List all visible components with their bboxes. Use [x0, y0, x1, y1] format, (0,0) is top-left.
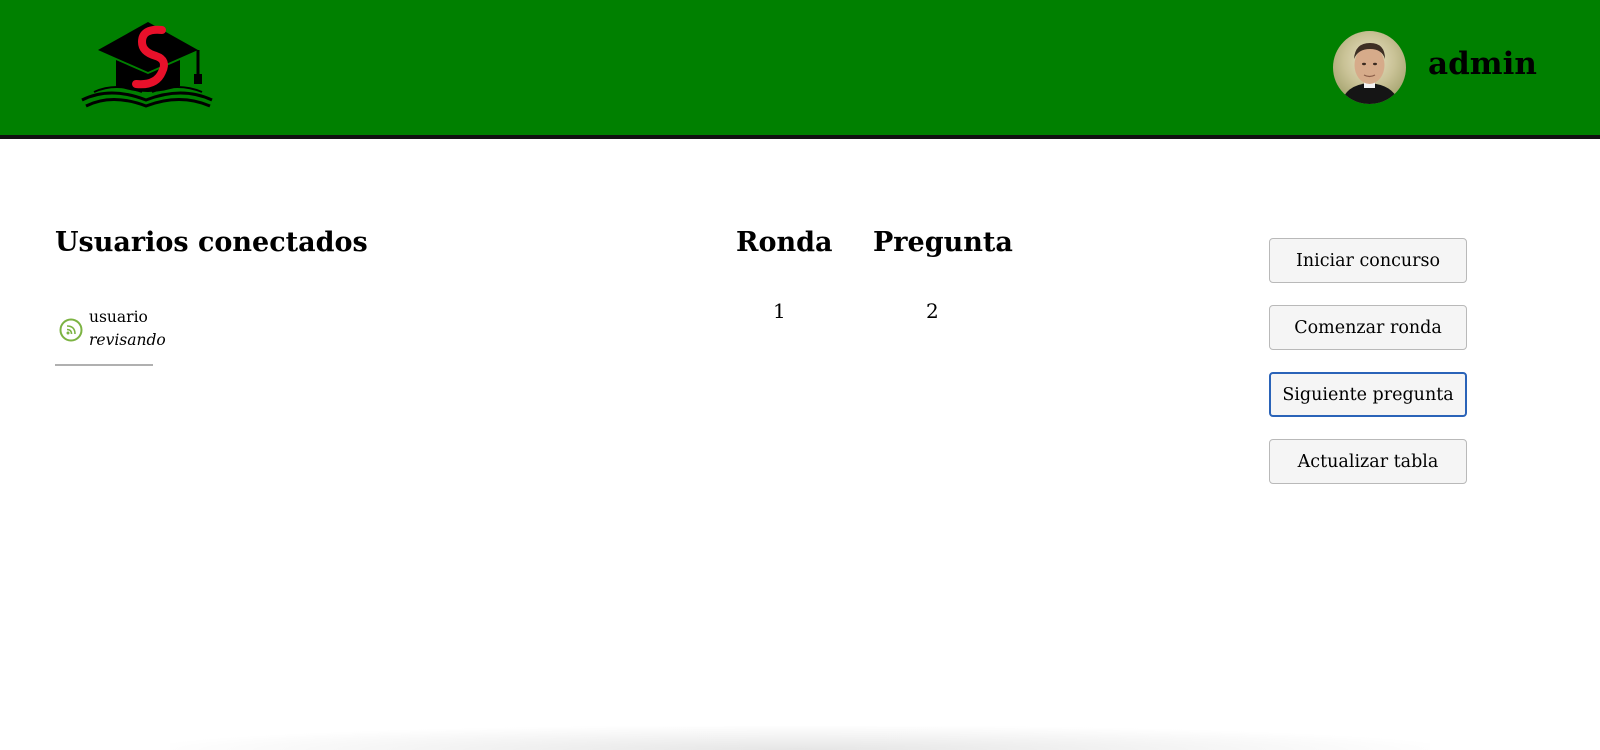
next-question-button[interactable]: Siguiente pregunta	[1269, 372, 1467, 417]
pregunta-value: 2	[926, 299, 939, 323]
connected-user-item: usuario revisando	[55, 306, 166, 366]
graduation-cap-logo-icon	[81, 22, 213, 108]
start-contest-button[interactable]: Iniciar concurso	[1269, 238, 1467, 283]
users-section-title: Usuarios conectados	[55, 227, 368, 258]
user-status: revisando	[89, 331, 166, 349]
user-avatar[interactable]	[1333, 31, 1406, 104]
bottom-shadow	[170, 726, 1430, 750]
pregunta-title: Pregunta	[873, 227, 1013, 258]
portrait-icon	[1341, 43, 1399, 104]
update-table-button[interactable]: Actualizar tabla	[1269, 439, 1467, 484]
start-round-button[interactable]: Comenzar ronda	[1269, 305, 1467, 350]
connected-signal-icon	[59, 318, 83, 342]
top-header: admin	[0, 0, 1600, 139]
user-name: usuario	[89, 308, 148, 326]
ronda-title: Ronda	[736, 227, 833, 258]
header-username: admin	[1428, 46, 1537, 82]
ronda-value: 1	[773, 299, 786, 323]
